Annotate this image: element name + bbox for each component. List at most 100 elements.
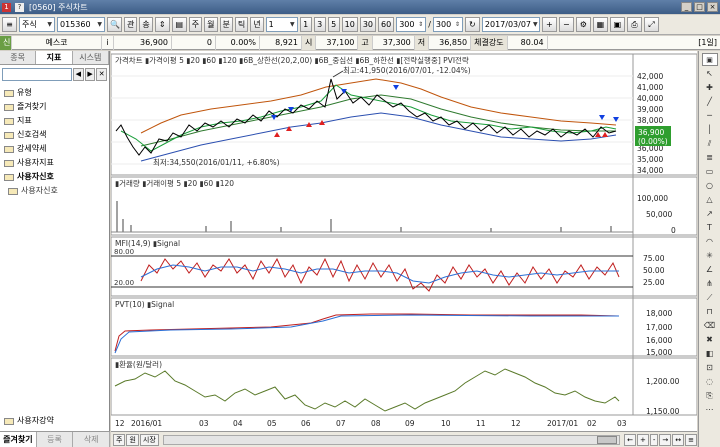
tree-subitem-user-signal[interactable]: 사용자신호 [0, 184, 109, 198]
refresh-icon[interactable]: ↻ [464, 17, 480, 32]
scroll-right-button[interactable]: → [659, 433, 672, 446]
close-button[interactable]: × [707, 2, 718, 12]
tree-item-favorites[interactable]: 즐겨찾기 [0, 100, 109, 114]
zoom-out-icon[interactable]: − [558, 17, 574, 32]
interval-10-button[interactable]: 10 [341, 17, 358, 32]
maximize-button[interactable]: □ [694, 2, 705, 12]
print-icon[interactable]: ⎙ [626, 17, 642, 32]
settings-icon[interactable]: ⚙ [575, 17, 591, 32]
color-picker-icon[interactable]: ◧ [702, 347, 718, 360]
more-tools-icon[interactable]: ⋯ [702, 403, 718, 416]
tree-item-indicators[interactable]: 지표 [0, 114, 109, 128]
y-tick: 1,150.00 [646, 407, 680, 416]
minimize-button[interactable]: _ [681, 2, 692, 12]
chart-scrollbar[interactable] [162, 434, 621, 445]
search-prev-icon[interactable]: ◀ [73, 68, 84, 81]
date-select[interactable]: 2017/03/07 ▼ [481, 17, 540, 32]
text-tool-icon[interactable]: T [702, 221, 718, 234]
interval-30-button[interactable]: 30 [359, 17, 376, 32]
period-year-button[interactable]: 년 [250, 17, 264, 32]
horizontal-line-icon[interactable]: ─ [702, 109, 718, 122]
favorites-button[interactable]: 즐겨찾기 [0, 432, 37, 447]
layout-mode-icon[interactable]: ▣ [701, 53, 718, 66]
register-button[interactable]: 등록 [37, 432, 74, 447]
search-clear-icon[interactable]: ✕ [96, 68, 108, 81]
expand-icon[interactable]: ⤢ [643, 17, 659, 32]
trend-channel-icon[interactable]: ⫽ [702, 137, 718, 150]
line-tool-icon[interactable]: ╱ [702, 95, 718, 108]
indicator-tree: 유형 즐겨찾기 지표 신호검색 강세약세 사용자지표 사용자신호 사용자신호 [0, 86, 109, 198]
vertical-line-icon[interactable]: │ [702, 123, 718, 136]
fit-all-button[interactable]: ↔ [672, 433, 685, 446]
list-view-button[interactable]: ≡ [685, 433, 697, 446]
scale-week-button[interactable]: 주 [113, 433, 126, 446]
tree-item-strength[interactable]: 강세약세 [0, 142, 109, 156]
delete-all-icon[interactable]: ✖ [702, 333, 718, 346]
period-month-button[interactable]: 월 [204, 17, 218, 32]
scrollbar-thumb[interactable] [597, 435, 618, 444]
tree-item-user-signals[interactable]: 사용자신호 [0, 170, 109, 184]
tree-item-label: 강세약세 [17, 144, 47, 153]
tree-item-user-indicators[interactable]: 사용자지표 [0, 156, 109, 170]
period-minute-button[interactable]: 분 [219, 17, 233, 32]
sang-button[interactable]: 송 [139, 17, 153, 32]
cycle-tool-icon[interactable]: ◠ [702, 235, 718, 248]
scale-market-button[interactable]: 시장 [139, 433, 159, 446]
scroll-left-button[interactable]: ← [624, 433, 636, 446]
tab-indicators[interactable]: 지표 [36, 51, 73, 64]
zoom-minus-button[interactable]: - [649, 433, 659, 446]
rectangle-tool-icon[interactable]: ▭ [702, 165, 718, 178]
interval-1-button[interactable]: 1 [299, 17, 312, 32]
tab-systems[interactable]: 시스템 [73, 51, 109, 64]
chart-type-icon[interactable]: ▤ [171, 17, 187, 32]
sidebar-search-input[interactable] [2, 68, 72, 81]
tree-item-signal-search[interactable]: 신호검색 [0, 128, 109, 142]
zoom-plus-button[interactable]: + [636, 433, 649, 446]
tree-item-type[interactable]: 유형 [0, 86, 109, 100]
y-tick: 41,000 [637, 83, 663, 92]
circle-tool-icon[interactable]: ○ [702, 179, 718, 192]
save-icon[interactable]: ▣ [609, 17, 625, 32]
interval-5-button[interactable]: 5 [327, 17, 340, 32]
chart-area[interactable]: 가격차트 ▮가격이평 5 ▮20 ▮60 ▮120 ▮6B_상한선(20,2,0… [110, 51, 698, 431]
magnet-icon[interactable]: ⊓ [702, 305, 718, 318]
tree-item-user-strength[interactable]: 사용자강약 [0, 414, 109, 428]
pitchfork-tool-icon[interactable]: ⋔ [702, 277, 718, 290]
spin-icon[interactable]: ⇕ [154, 17, 170, 32]
market-select[interactable]: 주식 ▼ [19, 17, 55, 32]
arrow-tool-icon[interactable]: ↗ [702, 207, 718, 220]
layout-label[interactable]: [1일] [695, 36, 720, 50]
zoom-in-icon[interactable]: + [541, 17, 557, 32]
interval-select[interactable]: 1 ▼ [265, 17, 298, 32]
crosshair-icon[interactable]: ✚ [702, 81, 718, 94]
tab-stocks[interactable]: 종목 [0, 51, 37, 64]
triangle-tool-icon[interactable]: △ [702, 193, 718, 206]
count-field[interactable]: 300 ⇕ [396, 17, 427, 32]
copy-icon[interactable]: ⎘ [702, 389, 718, 402]
eraser-icon[interactable]: ⌫ [702, 319, 718, 332]
hide-drawings-icon[interactable]: ◌ [702, 375, 718, 388]
gann-tool-icon[interactable]: ✳ [702, 249, 718, 262]
search-icon[interactable]: 🔍 [107, 17, 122, 32]
info-icon[interactable]: i [102, 35, 114, 50]
help-icon[interactable]: ? [15, 2, 24, 12]
cursor-icon[interactable]: ↖ [702, 67, 718, 80]
period-tick-button[interactable]: 틱 [234, 17, 249, 32]
lock-icon[interactable]: ⊡ [702, 361, 718, 374]
grid-icon[interactable]: ▦ [592, 17, 608, 32]
speed-line-icon[interactable]: ⟋ [702, 291, 718, 304]
interval-60-button[interactable]: 60 [378, 17, 395, 32]
stock-code-field[interactable]: 015360 ▼ [57, 17, 105, 32]
high-label: 고 [358, 35, 373, 50]
chart-canvas[interactable]: 가격차트 ▮가격이평 5 ▮20 ▮60 ▮120 ▮6B_상한선(20,2,0… [110, 51, 698, 431]
search-next-icon[interactable]: ▶ [84, 68, 96, 81]
period-week-button[interactable]: 주 [188, 17, 203, 32]
fibonacci-icon[interactable]: ≣ [702, 151, 718, 164]
gwan-button[interactable]: 관 [124, 17, 138, 32]
interval-3-button[interactable]: 3 [313, 17, 326, 32]
tree-item-label: 사용자신호 [21, 186, 58, 195]
delete-button[interactable]: 삭제 [73, 432, 111, 447]
angle-tool-icon[interactable]: ∠ [702, 263, 718, 276]
scale-won-button[interactable]: 원 [126, 433, 139, 446]
chart-menu-icon[interactable]: ≡ [2, 17, 17, 32]
